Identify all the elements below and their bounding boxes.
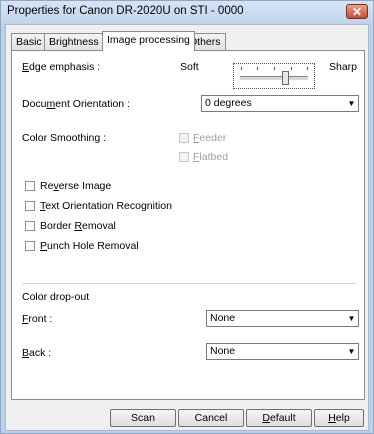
slider-thumb[interactable] [282,71,290,85]
cancel-button-label: Cancel [194,412,228,424]
edge-emphasis-label-rest: dge emphasis : [29,61,101,73]
slider-tick [257,67,258,70]
front-dropout-value: None [210,312,236,324]
reverse-label-pre: Re [40,180,54,192]
scan-button-label: Scan [131,412,155,424]
chevron-down-icon[interactable]: ▼ [345,96,358,111]
border-removal-label[interactable]: Border Removal [40,220,116,232]
help-button-label-rest: elp [335,412,350,424]
back-dropout-select[interactable]: None ▼ [206,343,359,360]
feeder-label: Feeder [193,132,226,144]
properties-dialog: Properties for Canon DR-2020U on STI - 0… [0,0,374,434]
border-removal-checkbox[interactable] [25,221,35,231]
reverse-image-label[interactable]: Reverse Image [40,180,111,192]
chevron-down-icon[interactable]: ▼ [345,311,358,326]
tab-brightness[interactable]: Brightness [44,33,104,50]
doc-orient-accel: m [46,98,56,110]
window-title: Properties for Canon DR-2020U on STI - 0… [7,5,244,17]
front-label-rest: ront : [28,313,53,325]
doc-orient-label-post: ent Orientation : [55,98,130,110]
tab-basic[interactable]: Basic [11,33,47,50]
help-accel: H [328,412,336,424]
doc-orient-label-pre: Docu [22,98,47,110]
color-smoothing-label: Color Smoothing : [22,132,107,144]
edge-emphasis-accel: E [22,61,30,73]
reverse-image-checkbox[interactable] [25,181,35,191]
section-divider [22,283,356,284]
text-orientation-label[interactable]: Text Orientation Recognition [40,200,172,212]
punch-accel: P [40,240,48,252]
border-label-pre: Border [40,220,75,232]
punch-label-post: unch Hole Removal [47,240,139,252]
flatbed-label: Flatbed [193,151,228,163]
close-button[interactable]: ✕ [346,4,368,19]
front-label: Front : [22,313,52,325]
scan-button[interactable]: Scan [110,409,176,427]
document-orientation-value: 0 degrees [205,97,252,109]
feeder-label-rest: eeder [199,132,227,144]
reverse-label-post: erse Image [58,180,112,192]
punch-hole-removal-label[interactable]: Punch Hole Removal [40,240,139,252]
tab-image-processing[interactable]: Image processing [102,31,195,51]
color-dropout-heading: Color drop-out [22,291,90,303]
punch-hole-removal-checkbox[interactable] [25,241,35,251]
dialog-client-area: Basic Brightness Image processing Others… [5,24,369,431]
slider-tick [274,67,275,70]
image-processing-panel: Edge emphasis : Soft Sharp Document Orie… [11,50,365,400]
border-label-post: emoval [82,220,116,232]
document-orientation-label: Document Orientation : [22,98,130,110]
default-accel: D [262,412,270,424]
document-orientation-select[interactable]: 0 degrees ▼ [201,95,359,112]
front-dropout-select[interactable]: None ▼ [206,310,359,327]
slider-tick [307,67,308,70]
help-button[interactable]: Help [314,409,364,427]
close-icon: ✕ [351,5,363,19]
tab-basic-label: Basic [16,36,42,48]
slider-max-label: Sharp [329,61,358,73]
slider-tick [241,67,242,70]
slider-min-label: Soft [180,61,199,73]
text-orientation-checkbox[interactable] [25,201,35,211]
back-label: Back : [22,347,51,359]
tab-brightness-label: Brightness [49,36,99,48]
chevron-down-icon[interactable]: ▼ [345,344,358,359]
cancel-button[interactable]: Cancel [178,409,244,427]
back-dropout-value: None [210,345,236,357]
tab-image-processing-label: Image processing [107,34,190,46]
edge-emphasis-slider[interactable] [233,63,315,89]
slider-track[interactable] [240,76,308,81]
flatbed-checkbox[interactable] [179,152,189,162]
slider-tick [291,67,292,70]
feeder-checkbox[interactable] [179,133,189,143]
default-button-label-rest: efault [269,412,296,424]
back-accel: B [22,347,30,359]
back-label-rest: ack : [29,347,52,359]
title-bar[interactable]: Properties for Canon DR-2020U on STI - 0… [1,1,373,23]
edge-emphasis-label: Edge emphasis : [22,61,100,73]
flatbed-label-rest: latbed [199,151,229,163]
default-button[interactable]: Default [246,409,312,427]
border-accel: R [74,220,83,232]
text-orient-label-post: ext Orientation Recognition [45,200,172,212]
